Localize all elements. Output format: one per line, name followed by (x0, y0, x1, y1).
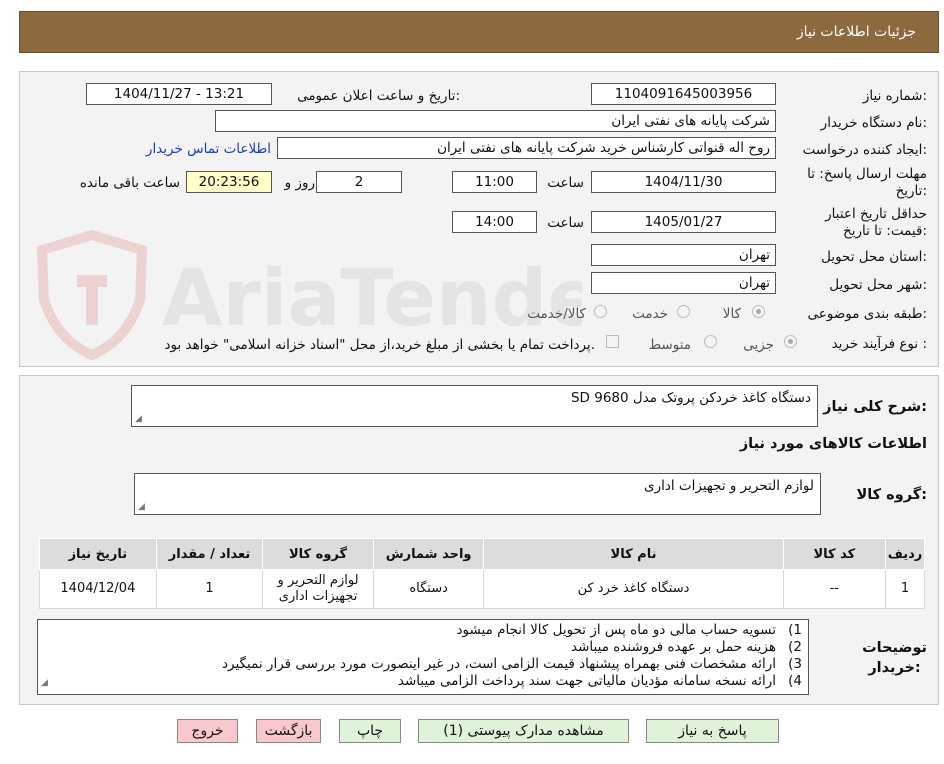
remaining-word: ساعت باقی مانده (79, 175, 180, 191)
table-header-row: ردیف کد کالا نام کالا واحد شمارش گروه کا… (39, 538, 925, 570)
creator-label: ایجاد کننده درخواست: (802, 142, 927, 158)
cell-unit: دستگاه (372, 569, 485, 609)
summary-label: شرح کلی نیاز: (823, 399, 927, 415)
resize-grip-icon[interactable]: ◢ (41, 675, 48, 692)
category-option-goods: کالا (722, 306, 741, 322)
cell-qty: 1 (155, 569, 264, 609)
col-unit: واحد شمارش (372, 538, 485, 570)
validity-time-word: ساعت (547, 215, 584, 231)
summary-textarea: دستگاه کاغذ خردکن پروتک مدل SD 9680 ◢ (131, 385, 818, 427)
category-radio-service[interactable] (677, 305, 690, 318)
process-radio-minor[interactable] (784, 335, 797, 348)
cell-group-line2: تجهیزات اداری (278, 589, 358, 604)
page-title: جزئيات اطلاعات نياز (796, 24, 916, 40)
exit-button[interactable]: خروج (177, 719, 238, 743)
need-number-label: شماره نیاز: (862, 88, 927, 104)
days-field: 2 (316, 171, 402, 193)
announce-field: 1404/11/27 - 13:21 (86, 83, 272, 105)
city-field: تهران (591, 272, 776, 294)
process-option-medium: متوسط (648, 337, 691, 353)
notes-label-line1: توضیحات (862, 640, 927, 656)
validity-date-field: 1405/01/27 (591, 211, 776, 233)
back-button[interactable]: بازگشت (256, 719, 321, 743)
notes-label-line2: خریدار: (868, 660, 921, 676)
buyer-contact-link[interactable]: اطلاعات تماس خریدار (146, 141, 271, 157)
col-qty: تعداد / مقدار (155, 538, 264, 570)
buyer-org-field: شرکت پایانه های نفتی ایران (215, 110, 776, 132)
col-name: نام کالا (483, 538, 784, 570)
category-radio-goods-service[interactable] (594, 305, 607, 318)
province-field: تهران (591, 244, 776, 266)
attachments-button[interactable]: مشاهده مدارک پیوستی (1) (418, 719, 629, 743)
category-option-service: خدمت (632, 306, 668, 322)
remaining-time-field: 20:23:56 (186, 171, 272, 193)
process-option-minor: جزیی (743, 337, 774, 353)
note-item: 2)هزینه حمل بر عهده فروشنده میباشد (571, 639, 802, 655)
goods-group-text: لوازم التحریر و تجهیزات اداری (644, 478, 814, 494)
goods-info-title: اطلاعات کالاهای مورد نیاز (739, 436, 927, 452)
cell-code: -- (782, 569, 887, 609)
cell-group: لوازم التحریر و تجهیزات اداری (262, 569, 374, 609)
city-label: شهر محل تحویل: (829, 277, 927, 293)
deadline-date-field: 1404/11/30 (591, 171, 776, 193)
announce-label: تاریخ و ساعت اعلان عمومی: (297, 88, 460, 104)
col-group: گروه کالا (262, 538, 374, 570)
summary-text: دستگاه کاغذ خردکن پروتک مدل SD 9680 (570, 390, 811, 406)
items-table: ردیف کد کالا نام کالا واحد شمارش گروه کا… (39, 538, 925, 609)
category-option-goods-service: کالا/خدمت (527, 306, 586, 322)
resize-grip-icon[interactable]: ◢ (135, 414, 142, 424)
need-number-field: 1104091645003956 (591, 83, 776, 105)
deadline-label: مهلت ارسال پاسخ: تا تاریخ: (807, 166, 927, 199)
process-label: نوع فرآیند خرید : (831, 336, 927, 352)
notes-label: توضیحات خریدار: (862, 638, 927, 678)
cell-group-line1: لوازم التحریر و (277, 573, 359, 588)
creator-field: روح اله قنواتی کارشناس خرید شرکت پایانه … (277, 137, 776, 159)
deadline-time-word: ساعت (547, 175, 584, 191)
category-radio-goods[interactable] (752, 305, 765, 318)
note-item: 1)تسویه حساب مالی دو ماه پس از تحویل کال… (456, 622, 803, 638)
buyer-org-label: نام دستگاه خریدار: (820, 115, 927, 131)
note-item: 3)ارائه مشخصات فنی بهمراه پیشنهاد قیمت ا… (222, 656, 802, 672)
validity-label: حداقل تاریخ اعتبار قیمت: تا تاریخ: (825, 206, 927, 239)
table-row[interactable]: 1 -- دستگاه کاغذ خرد کن دستگاه لوازم الت… (39, 569, 925, 609)
process-radio-medium[interactable] (704, 335, 717, 348)
reply-button[interactable]: پاسخ به نیاز (646, 719, 779, 743)
notes-textarea: 1)تسویه حساب مالی دو ماه پس از تحویل کال… (37, 619, 809, 695)
days-word: روز و (284, 175, 315, 191)
cell-name: دستگاه کاغذ خرد کن (483, 569, 784, 609)
col-date: تاریخ نیاز (39, 538, 157, 570)
resize-grip-icon[interactable]: ◢ (138, 502, 145, 512)
print-button[interactable]: چاپ (339, 719, 401, 743)
treasury-checkbox[interactable] (606, 335, 619, 348)
treasury-note: پرداخت تمام یا بخشی از مبلغ خرید،از محل … (164, 337, 595, 353)
note-item: 4)ارائه نسخه سامانه مؤدیان مالیاتی جهت س… (397, 673, 802, 689)
cell-date: 1404/12/04 (39, 569, 157, 609)
col-index: ردیف (885, 538, 925, 570)
province-label: استان محل تحویل: (821, 249, 927, 265)
cell-index: 1 (885, 569, 925, 609)
deadline-time-field: 11:00 (452, 171, 537, 193)
goods-group-textarea: لوازم التحریر و تجهیزات اداری ◢ (134, 473, 821, 515)
category-label: طبقه بندی موضوعی: (807, 306, 927, 322)
col-code: کد کالا (782, 538, 887, 570)
goods-group-label: گروه کالا: (856, 487, 927, 503)
validity-time-field: 14:00 (452, 211, 537, 233)
page-header: جزئيات اطلاعات نياز (19, 11, 939, 53)
